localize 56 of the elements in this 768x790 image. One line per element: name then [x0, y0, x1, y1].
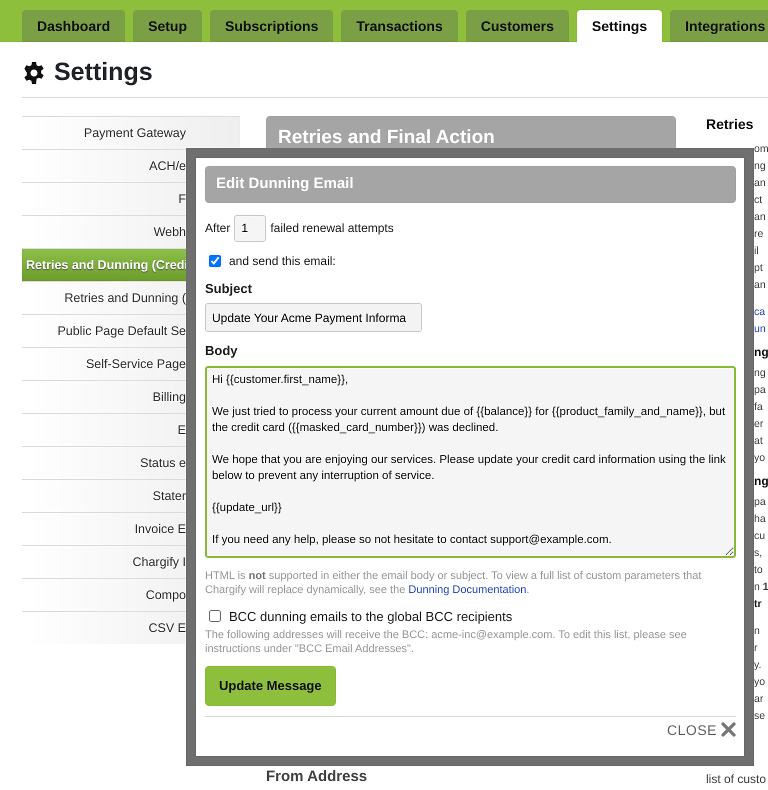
attempts-label: After — [205, 220, 230, 237]
help-text-line: r — [754, 641, 758, 656]
help-text-line: an — [754, 210, 766, 225]
help-link[interactable]: un — [754, 321, 766, 338]
help-text-line: an — [754, 176, 766, 191]
help-text-line: ar — [754, 692, 764, 707]
help-text-line: n — [754, 624, 760, 639]
nav-tab[interactable]: Subscriptions — [210, 10, 334, 42]
help-text-line: er — [754, 417, 764, 432]
help-text-line: tr — [754, 597, 762, 612]
attempts-label: failed renewal attempts — [270, 220, 394, 237]
send-email-checkbox[interactable] — [209, 254, 221, 266]
modal-title: Edit Dunning Email — [205, 166, 736, 202]
close-icon — [721, 722, 736, 737]
help-link[interactable]: ca — [754, 304, 766, 321]
help-text-line: pa — [754, 495, 766, 510]
help-text-line: ng — [754, 366, 766, 381]
help-text-line: yo — [754, 451, 766, 466]
help-text-line: pa — [754, 383, 766, 398]
help-text-line: an — [754, 278, 766, 293]
help-text-line: y. — [754, 658, 762, 673]
help-text-line: yo — [754, 675, 766, 690]
subject-field[interactable]: Update Your Acme Payment Informa — [205, 303, 422, 332]
nav-tab[interactable]: Setup — [133, 10, 202, 42]
close-button[interactable]: CLOSE — [667, 722, 736, 738]
help-text-line: n 1 — [754, 580, 768, 595]
panel-heading: Retries — [706, 116, 754, 133]
help-text-line: ha — [754, 512, 766, 527]
body-field[interactable]: Hi {{customer.first_name}}, We just tried to process your current amount due of {{balance}} for {{product_family_and_name}}, but the credit card ({{masked_card_number}}) was declined. We hope that you are enjoying our services. Please update your credit card information using the link below to prevent any interruption of service. {{update_url}} If you need any help, please so not hesitate to contact support@example.com. — [205, 366, 736, 558]
help-text-line: at — [754, 434, 763, 449]
section-heading: From Address — [266, 766, 368, 786]
help-text-line: fa — [754, 400, 763, 415]
help-text-line: se — [754, 709, 766, 724]
help-heading: ng — [754, 344, 768, 361]
help-text-line: pt — [754, 261, 763, 276]
nav-tab[interactable]: Customers — [466, 10, 569, 42]
help-text-line: om — [754, 142, 768, 157]
help-text-line: re — [754, 227, 764, 242]
help-text-line: ng — [754, 159, 766, 174]
settings-icon — [22, 60, 46, 84]
page-title: Settings — [54, 60, 153, 85]
attempts-field[interactable]: 1 — [234, 214, 266, 242]
help-text-line: cu — [754, 529, 766, 544]
help-text-line: to — [754, 563, 763, 578]
nav-tab[interactable]: Settings — [576, 10, 662, 42]
nav-tab[interactable]: Dashboard — [22, 10, 126, 42]
help-text-line: il — [754, 244, 759, 259]
help-heading: ng — [754, 473, 768, 490]
documentation-link[interactable]: Dunning Documentation — [408, 584, 526, 596]
help-text-line: ct — [754, 193, 762, 208]
help-text-line: s, — [754, 546, 762, 561]
nav-tab[interactable]: Integrations — [670, 10, 768, 42]
bcc-checkbox[interactable] — [209, 610, 221, 622]
nav-tab[interactable]: Transactions — [341, 10, 458, 42]
help-text-line: list of custo — [706, 771, 766, 788]
update-message-button[interactable]: Update Message — [205, 666, 336, 706]
